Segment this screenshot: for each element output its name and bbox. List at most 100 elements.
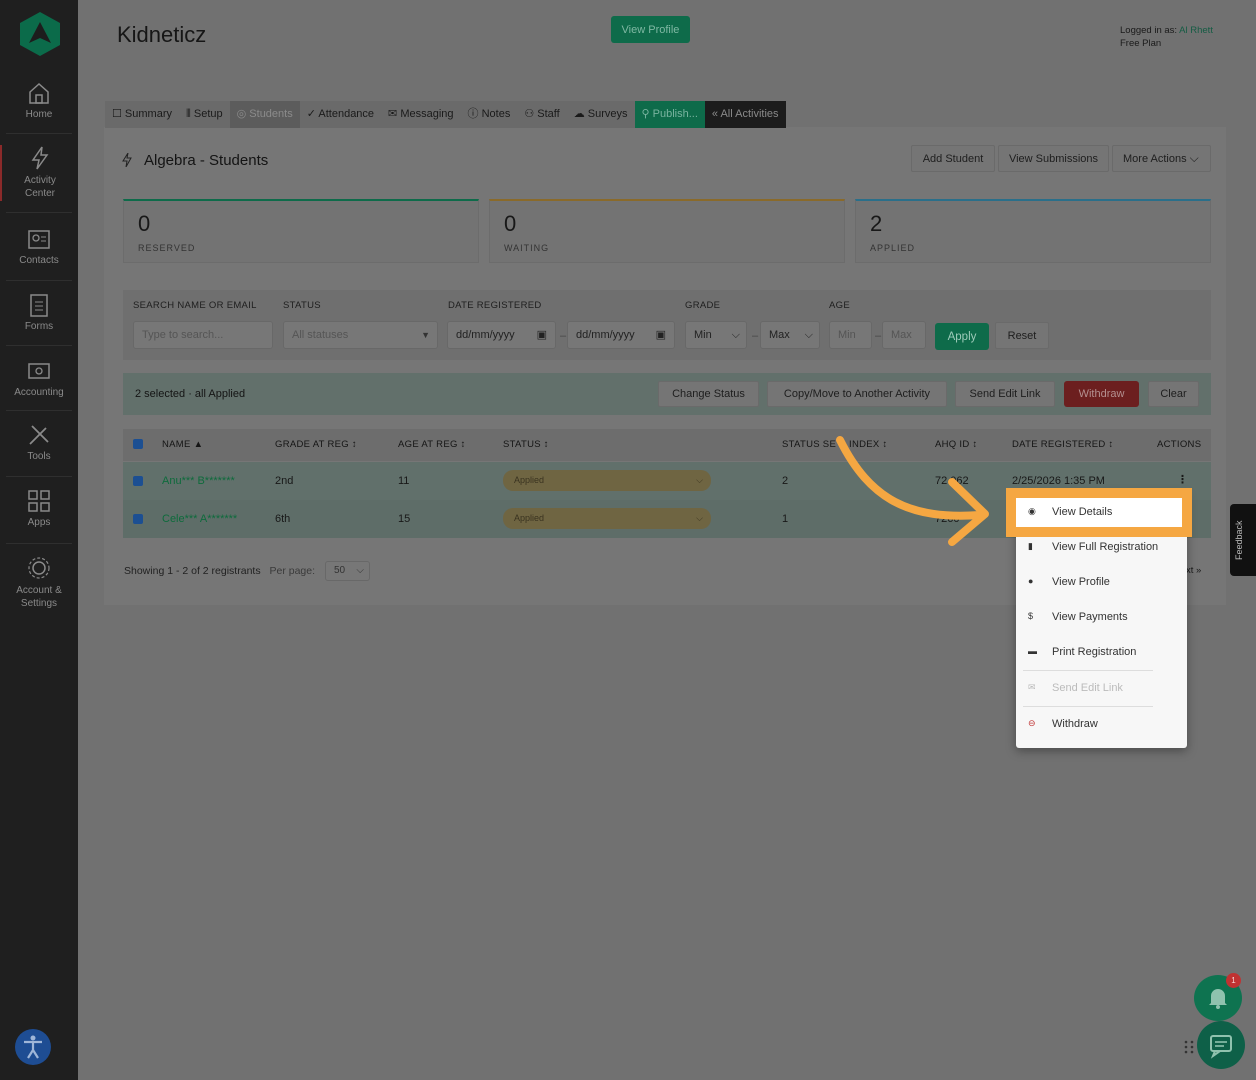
clear-button[interactable]: Clear xyxy=(1148,381,1199,407)
column-name[interactable]: NAME ▲ xyxy=(162,439,203,450)
sidebar-item-activity-center[interactable]: Activity Center xyxy=(0,145,78,201)
sidebar-item-apps[interactable]: Apps xyxy=(0,488,78,528)
divider xyxy=(6,543,72,544)
per-page-select[interactable]: 50 ⌵ xyxy=(325,561,370,581)
select-all-checkbox[interactable] xyxy=(133,439,143,449)
notes-icon: ⓘ xyxy=(467,108,482,120)
menu-item-view-profile[interactable]: ● View Profile xyxy=(1016,568,1187,598)
tab-summary[interactable]: ☐ Summary xyxy=(105,101,179,128)
tab-label: Setup xyxy=(193,108,223,120)
age-cell: 15 xyxy=(398,513,411,525)
drag-handle-icon[interactable] xyxy=(1184,1040,1194,1054)
tab-setup[interactable]: ⦀ Setup xyxy=(178,101,230,128)
withdraw-button[interactable]: Withdraw xyxy=(1064,381,1139,407)
sidebar-item-contacts[interactable]: Contacts xyxy=(0,226,78,266)
add-student-button[interactable]: Add Student xyxy=(911,145,995,172)
sidebar-item-home[interactable]: Home xyxy=(0,80,78,120)
grade-min-select[interactable]: Min ⌵ xyxy=(685,321,747,349)
grade-cell: 2nd xyxy=(275,475,294,487)
tab-all-activities[interactable]: « All Activities xyxy=(704,101,786,128)
menu-item-view-payments[interactable]: $ View Payments xyxy=(1016,603,1187,633)
tab-messaging[interactable]: ✉ Messaging xyxy=(381,101,461,128)
grade-cell: 6th xyxy=(275,513,291,525)
menu-item-withdraw[interactable]: ⊖ Withdraw xyxy=(1016,710,1187,740)
tab-staff[interactable]: ⚇ Staff xyxy=(517,101,567,128)
sidebar-item-account-settings[interactable]: Account & Settings xyxy=(0,555,78,610)
cloud-icon: ☁ xyxy=(573,108,588,120)
document-icon: ▮ xyxy=(1028,541,1033,551)
chevron-down-icon: ⌵ xyxy=(696,475,703,485)
tab-notes[interactable]: ⓘ Notes xyxy=(460,101,518,128)
stat-label: RESERVED xyxy=(138,243,196,253)
chevron-down-icon: ⌵ xyxy=(696,513,703,523)
tab-surveys[interactable]: ☁ Surveys xyxy=(566,101,635,128)
kebab-menu-icon[interactable]: ⋮ xyxy=(1177,473,1188,486)
selection-summary: 2 selected · all Applied xyxy=(135,388,246,400)
date-to-input[interactable]: dd/mm/yyyy ▣ xyxy=(567,321,675,349)
status-seq-cell: 1 xyxy=(782,513,789,525)
reset-button[interactable]: Reset xyxy=(995,322,1049,349)
row-checkbox[interactable] xyxy=(133,514,143,524)
age-min-input[interactable]: Min xyxy=(829,321,872,349)
logo-icon[interactable] xyxy=(20,12,60,56)
status-select[interactable]: Applied ⌵ xyxy=(503,470,711,491)
date-to-value: dd/mm/yyyy xyxy=(576,329,635,341)
next-page-link[interactable]: xt » xyxy=(1186,565,1201,576)
logged-in-label: Logged in as: xyxy=(1120,25,1178,36)
stat-reserved: 0 RESERVED xyxy=(123,199,479,263)
tab-label: Students xyxy=(249,108,293,120)
view-submissions-button[interactable]: View Submissions xyxy=(998,145,1109,172)
sidebar-item-forms[interactable]: Forms xyxy=(0,292,78,332)
range-dash: – xyxy=(560,330,567,342)
student-name-link[interactable]: Cele*** A******* xyxy=(162,513,237,525)
grade-max-select[interactable]: Max ⌵ xyxy=(760,321,820,349)
menu-item-print-registration[interactable]: ▬ Print Registration xyxy=(1016,638,1187,668)
range-dash: – xyxy=(752,330,759,342)
age-max-input[interactable]: Max xyxy=(882,321,926,349)
tab-publish[interactable]: ⚲ Publish... xyxy=(634,101,705,128)
column-status[interactable]: STATUS ↕ xyxy=(503,439,549,450)
send-edit-link-button[interactable]: Send Edit Link xyxy=(955,381,1055,407)
tab-attendance[interactable]: ✓ Attendance xyxy=(299,101,382,128)
chat-button[interactable] xyxy=(1197,1021,1245,1069)
date-from-input[interactable]: dd/mm/yyyy ▣ xyxy=(447,321,556,349)
sidebar-item-accounting[interactable]: Accounting xyxy=(0,358,78,398)
pagination-summary: Showing 1 - 2 of 2 registrants Per page: xyxy=(124,565,315,577)
sidebar-item-label: Apps xyxy=(27,517,51,528)
change-status-button[interactable]: Change Status xyxy=(658,381,759,407)
menu-item-view-details[interactable]: ◉ View Details xyxy=(1016,498,1187,528)
feedback-tab[interactable]: Feedback xyxy=(1230,504,1256,576)
row-checkbox[interactable] xyxy=(133,476,143,486)
divider xyxy=(6,280,72,281)
search-label: SEARCH NAME OR EMAIL xyxy=(133,300,257,311)
column-date[interactable]: DATE REGISTERED ↕ xyxy=(1012,439,1114,450)
envelope-icon: ✉ xyxy=(1028,682,1036,692)
copy-move-button[interactable]: Copy/Move to Another Activity xyxy=(767,381,947,407)
apply-button[interactable]: Apply xyxy=(935,323,989,350)
student-name-link[interactable]: Anu*** B******* xyxy=(162,475,235,487)
tab-students[interactable]: ◎ Students xyxy=(229,101,300,128)
menu-item-view-full-registration[interactable]: ▮ View Full Registration xyxy=(1016,533,1187,563)
status-label: STATUS xyxy=(283,300,321,311)
date-from-value: dd/mm/yyyy xyxy=(456,329,515,341)
chevron-down-icon: ⌵ xyxy=(356,565,364,576)
more-actions-button[interactable]: More Actions ⌵ xyxy=(1112,145,1211,172)
forms-icon xyxy=(30,294,48,317)
activity-tabs: ☐ Summary ⦀ Setup ◎ Students ✓ Attendanc… xyxy=(105,101,786,128)
column-grade[interactable]: GRADE AT REG ↕ xyxy=(275,439,357,450)
user-link[interactable]: Al Rhett xyxy=(1179,25,1213,36)
status-select[interactable]: All statuses ▼ xyxy=(283,321,438,349)
column-status-seq[interactable]: STATUS SE xyxy=(782,439,836,450)
view-profile-button[interactable]: View Profile xyxy=(611,16,690,43)
column-age[interactable]: AGE AT REG ↕ xyxy=(398,439,466,450)
sidebar-item-tools[interactable]: Tools xyxy=(0,422,78,462)
search-input[interactable]: Type to search... xyxy=(133,321,273,349)
divider xyxy=(6,410,72,411)
status-select[interactable]: Applied ⌵ xyxy=(503,508,711,529)
tab-label: Publish... xyxy=(652,108,698,120)
accessibility-button[interactable] xyxy=(15,1029,51,1065)
divider xyxy=(6,345,72,346)
chevron-down-icon: ⌵ xyxy=(1189,151,1199,165)
eye-icon: ◉ xyxy=(1028,506,1036,516)
grade-min-value: Min xyxy=(694,329,712,341)
